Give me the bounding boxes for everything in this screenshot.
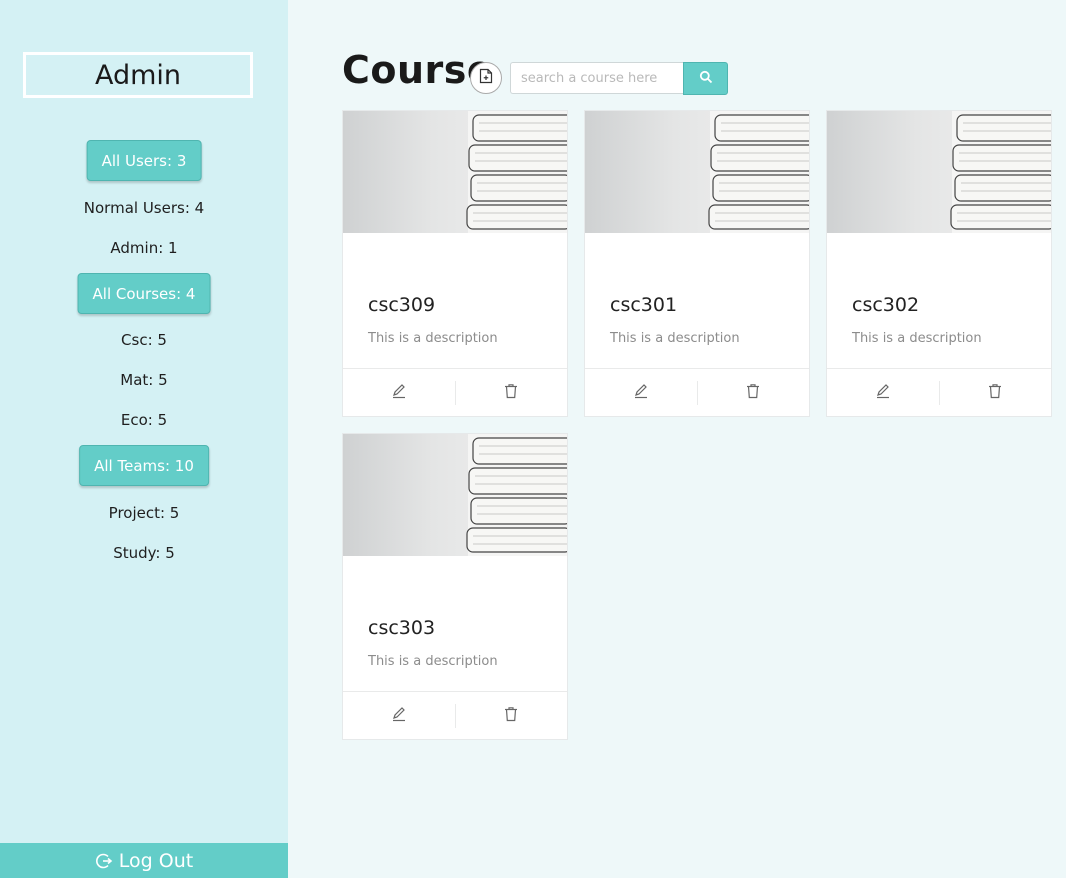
- logout-button[interactable]: Log Out: [0, 843, 288, 878]
- delete-button[interactable]: [456, 369, 568, 416]
- course-image: [585, 111, 809, 233]
- edit-icon: [391, 383, 407, 403]
- admin-count: Admin: 1: [110, 239, 178, 257]
- card-actions: [585, 368, 809, 416]
- search-icon: [699, 69, 713, 88]
- all-courses-button[interactable]: All Courses: 4: [77, 273, 211, 314]
- search-button[interactable]: [683, 62, 728, 95]
- card-actions: [827, 368, 1051, 416]
- course-card[interactable]: csc309 This is a description: [342, 110, 568, 417]
- edit-icon: [633, 383, 649, 403]
- mat-count: Mat: 5: [120, 371, 168, 389]
- course-card[interactable]: csc301 This is a description: [584, 110, 810, 417]
- delete-button[interactable]: [698, 369, 810, 416]
- course-description: This is a description: [610, 331, 740, 346]
- course-title: csc301: [610, 294, 678, 316]
- eco-count: Eco: 5: [120, 411, 168, 429]
- delete-button[interactable]: [940, 369, 1052, 416]
- main-content: Course search a course here csc309 This …: [288, 0, 1066, 878]
- delete-icon: [987, 383, 1003, 403]
- delete-icon: [503, 383, 519, 403]
- study-count: Study: 5: [113, 544, 175, 562]
- edit-icon: [875, 383, 891, 403]
- edit-button[interactable]: [585, 369, 697, 416]
- course-description: This is a description: [368, 331, 498, 346]
- all-teams-button[interactable]: All Teams: 10: [79, 445, 209, 486]
- course-title: csc303: [368, 617, 436, 639]
- normal-users-count: Normal Users: 4: [83, 199, 205, 217]
- csc-count: Csc: 5: [121, 331, 167, 349]
- project-count: Project: 5: [108, 504, 180, 522]
- delete-icon: [745, 383, 761, 403]
- card-actions: [343, 368, 567, 416]
- course-title: csc309: [368, 294, 436, 316]
- edit-button[interactable]: [827, 369, 939, 416]
- edit-icon: [391, 706, 407, 726]
- logout-icon: [95, 852, 113, 870]
- delete-button[interactable]: [456, 692, 568, 739]
- all-users-button[interactable]: All Users: 3: [86, 140, 202, 181]
- sidebar-title: Admin: [23, 52, 253, 98]
- course-image: [343, 111, 567, 233]
- add-course-button[interactable]: [470, 62, 502, 94]
- card-actions: [343, 691, 567, 739]
- edit-button[interactable]: [343, 692, 455, 739]
- search-input[interactable]: [510, 62, 684, 94]
- add-file-icon: [479, 68, 493, 88]
- logout-label: Log Out: [118, 849, 194, 872]
- course-card[interactable]: csc302 This is a description: [826, 110, 1052, 417]
- course-description: This is a description: [368, 654, 498, 669]
- course-image: [827, 111, 1051, 233]
- sidebar: Admin All Users: 3 Normal Users: 4 Admin…: [0, 0, 288, 878]
- course-title: csc302: [852, 294, 920, 316]
- course-card[interactable]: csc303 This is a description: [342, 433, 568, 740]
- course-image: [343, 434, 567, 556]
- course-description: This is a description: [852, 331, 982, 346]
- page-title: Course: [342, 48, 494, 92]
- delete-icon: [503, 706, 519, 726]
- edit-button[interactable]: [343, 369, 455, 416]
